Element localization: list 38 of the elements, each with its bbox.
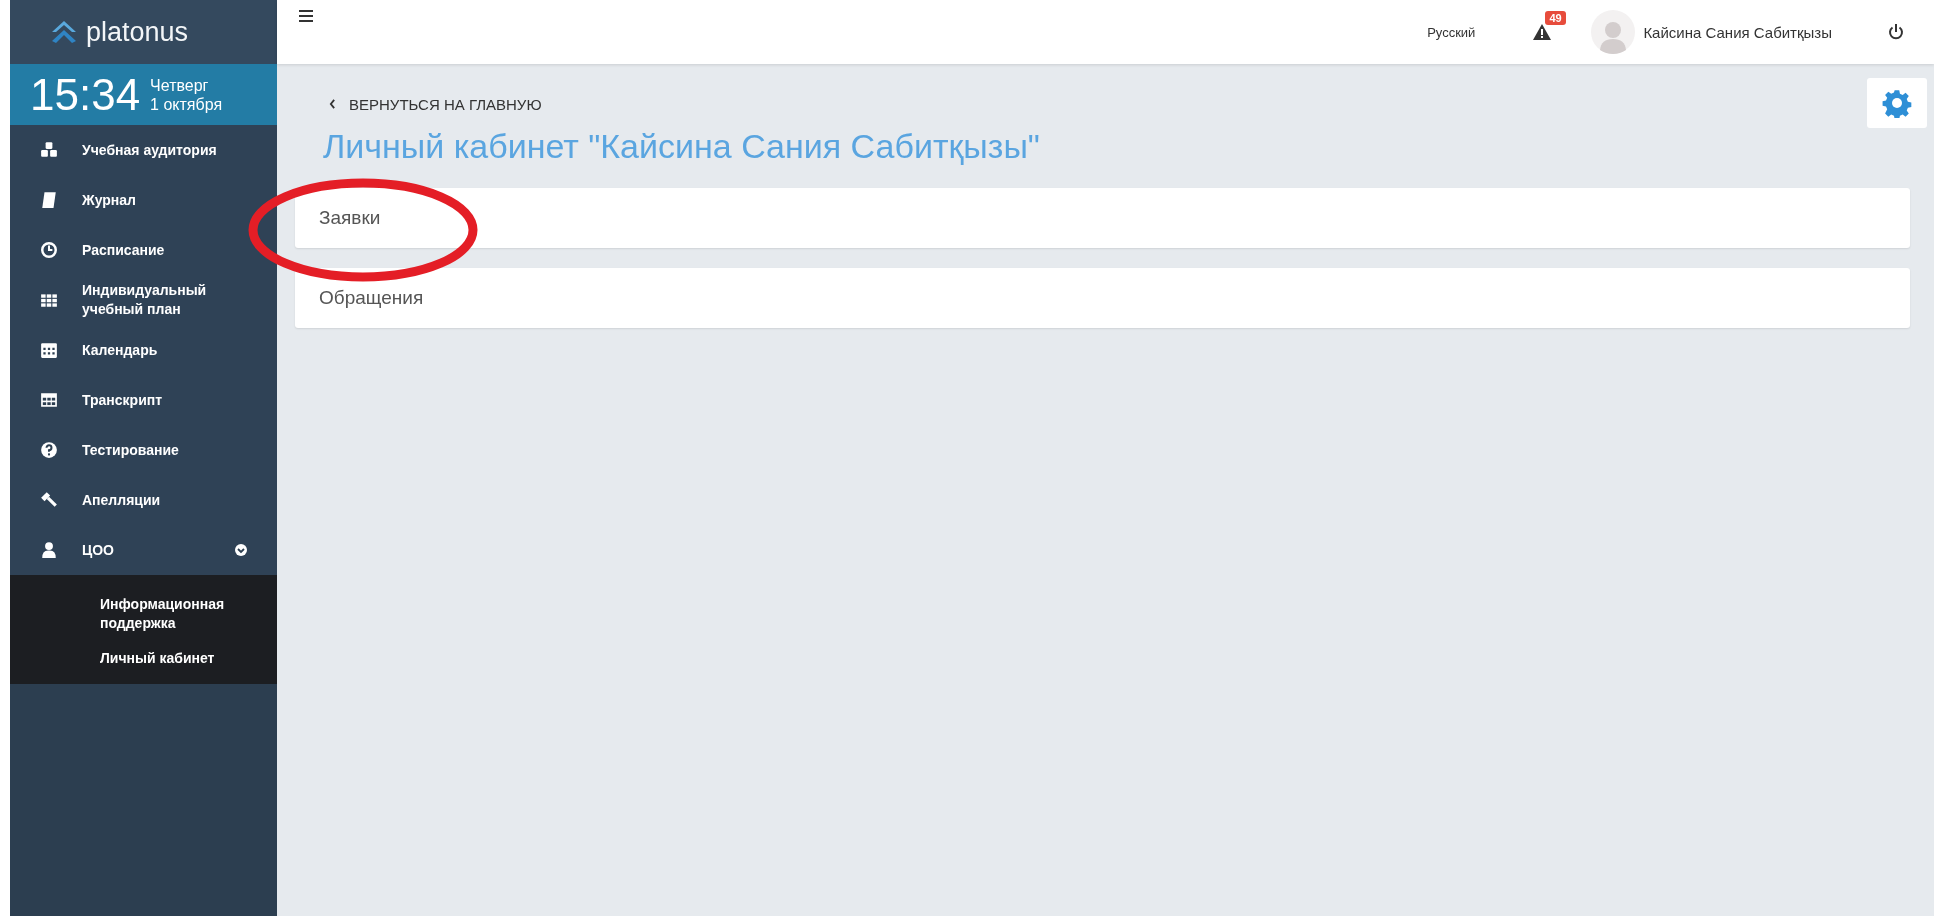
table-icon bbox=[40, 391, 58, 409]
sidebar-item[interactable]: Календарь bbox=[10, 325, 277, 375]
clock-weekday: Четверг bbox=[150, 75, 210, 95]
submenu-item[interactable]: Личный кабинет bbox=[10, 641, 277, 676]
grid-icon bbox=[40, 291, 58, 309]
page-title: Личный кабинет "Кайсина Сания Сабитқызы" bbox=[323, 126, 1041, 167]
language-link[interactable]: Русский bbox=[1427, 24, 1476, 40]
clock-icon bbox=[40, 241, 58, 259]
clock-date: 1 октября bbox=[150, 94, 223, 114]
notification-badge: 49 bbox=[1545, 11, 1566, 25]
logo-icon bbox=[52, 21, 76, 43]
panel-header[interactable]: Обращения bbox=[295, 268, 1910, 328]
question-icon bbox=[40, 441, 58, 459]
calendar-icon bbox=[40, 341, 58, 359]
back-link[interactable]: ВЕРНУТЬСЯ НА ГЛАВНУЮ bbox=[295, 94, 542, 114]
gavel-icon bbox=[40, 491, 58, 509]
sidebar-item[interactable]: Транскрипт bbox=[10, 375, 277, 425]
sidebar-item[interactable]: Индивидуальный учебный план bbox=[10, 275, 277, 325]
sidebar-item[interactable]: Апелляции bbox=[10, 475, 277, 525]
settings-icon bbox=[1882, 88, 1912, 118]
chevron-left-icon bbox=[329, 99, 336, 109]
power-icon[interactable] bbox=[1888, 24, 1904, 40]
sidebar-item[interactable]: Тестирование bbox=[10, 425, 277, 475]
warning-icon[interactable] bbox=[1533, 24, 1552, 40]
submenu-item[interactable]: Информационная поддержка bbox=[10, 587, 277, 641]
user-icon bbox=[40, 541, 58, 559]
sidebar-item[interactable]: ЦОО bbox=[10, 525, 277, 575]
cubes-icon bbox=[40, 141, 58, 159]
clock-time: 15:34 bbox=[30, 69, 141, 120]
menu-icon[interactable] bbox=[299, 10, 313, 22]
sidebar-item[interactable]: Расписание bbox=[10, 225, 277, 275]
logo-text: platonus bbox=[86, 16, 189, 48]
book-icon bbox=[40, 191, 58, 209]
settings-button[interactable] bbox=[1867, 78, 1927, 128]
panel-header[interactable]: Заявки bbox=[295, 188, 1910, 248]
sidebar-item[interactable]: Журнал bbox=[10, 175, 277, 225]
user-name[interactable]: Кайсина Сания Сабитқызы bbox=[1643, 23, 1832, 41]
sidebar-item[interactable]: Учебная аудитория bbox=[10, 125, 277, 175]
